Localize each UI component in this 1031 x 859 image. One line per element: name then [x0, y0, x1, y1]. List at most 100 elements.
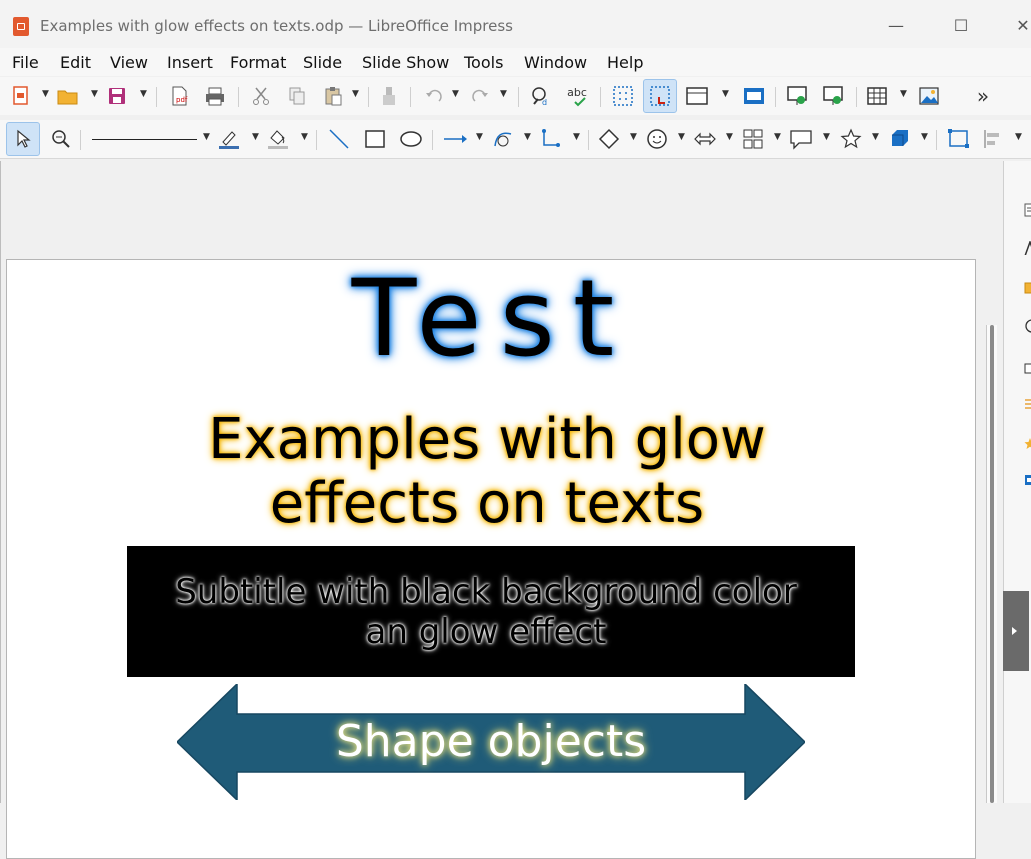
maximize-button[interactable]: ☐ [943, 10, 979, 40]
snap-to-grid-icon[interactable] [643, 79, 677, 113]
menu-insert[interactable]: Insert [167, 53, 213, 72]
drawing-toolbar: ▼ ▼ ▼ ▼ ▼ ▼ ▼ ▼ ▼ ▼ ▼ ▼ ▼ ▼ [0, 120, 1031, 159]
vertical-scrollbar[interactable] [986, 325, 997, 803]
align-objects-icon[interactable] [980, 126, 1006, 152]
spelling-icon[interactable]: abc [564, 83, 590, 109]
slide-canvas[interactable]: Test Examples with glow effects on texts… [6, 259, 976, 859]
arrow-dropdown-icon[interactable]: ▼ [476, 132, 483, 142]
curve-tool-icon[interactable] [490, 126, 516, 152]
svg-text:d: d [542, 98, 547, 107]
3d-objects-dropdown-icon[interactable]: ▼ [921, 132, 928, 142]
undo-icon[interactable] [420, 83, 446, 109]
styles-icon[interactable] [1024, 241, 1031, 255]
copy-icon[interactable] [284, 83, 310, 109]
paste-icon[interactable] [320, 83, 346, 109]
callout-dropdown-icon[interactable]: ▼ [823, 132, 830, 142]
print-icon[interactable] [202, 83, 228, 109]
redo-dropdown-icon[interactable]: ▼ [500, 89, 507, 99]
rectangle-tool-icon[interactable] [362, 126, 388, 152]
gallery-icon[interactable] [1024, 281, 1031, 295]
block-arrows-icon[interactable] [692, 126, 718, 152]
basic-shapes-dropdown-icon[interactable]: ▼ [630, 132, 637, 142]
master-slide-icon[interactable] [741, 83, 767, 109]
navigator-icon[interactable] [1024, 319, 1031, 333]
separator [432, 130, 433, 150]
fill-color-icon[interactable] [265, 126, 291, 152]
slide-layout-icon[interactable] [684, 83, 710, 109]
connector-tool-icon[interactable] [538, 126, 564, 152]
menu-format[interactable]: Format [230, 53, 286, 72]
align-dropdown-icon[interactable]: ▼ [1015, 132, 1022, 142]
symbol-shapes-icon[interactable] [644, 126, 670, 152]
find-replace-icon[interactable]: d [528, 83, 554, 109]
standard-toolbar: ▼ ▼ ▼ pdf ▼ ▼ ▼ d abc ▼ ▼ » [0, 77, 1031, 115]
save-dropdown-icon[interactable]: ▼ [140, 89, 147, 99]
line-color-dropdown-icon[interactable]: ▼ [252, 132, 259, 142]
menu-file[interactable]: File [12, 53, 39, 72]
table-icon[interactable] [864, 83, 890, 109]
redo-icon[interactable] [468, 83, 494, 109]
display-grid-icon[interactable] [610, 83, 636, 109]
master-slides-icon[interactable] [1024, 473, 1031, 487]
line-color-icon[interactable] [216, 126, 242, 152]
3d-objects-icon[interactable] [886, 126, 912, 152]
flowchart-icon[interactable] [740, 126, 766, 152]
menu-tools[interactable]: Tools [464, 53, 503, 72]
subtitle-box[interactable]: Subtitle with black background color an … [127, 546, 855, 677]
new-document-icon[interactable] [8, 83, 34, 109]
line-style-sample[interactable] [92, 139, 197, 140]
arrow-line-icon[interactable] [442, 126, 468, 152]
curve-dropdown-icon[interactable]: ▼ [524, 132, 531, 142]
menu-help[interactable]: Help [607, 53, 643, 72]
start-from-current-icon[interactable] [821, 83, 847, 109]
animation-icon[interactable] [1024, 397, 1031, 411]
line-tool-icon[interactable] [326, 126, 352, 152]
stars-icon[interactable] [838, 126, 864, 152]
undo-dropdown-icon[interactable]: ▼ [452, 89, 459, 99]
line-style-dropdown-icon[interactable]: ▼ [203, 132, 210, 142]
slide-transition-icon[interactable] [1024, 361, 1031, 375]
new-dropdown-icon[interactable]: ▼ [42, 89, 49, 99]
toolbar-overflow-icon[interactable]: » [970, 83, 996, 109]
points-edit-icon[interactable] [946, 126, 972, 152]
menu-window[interactable]: Window [524, 53, 587, 72]
start-from-first-icon[interactable] [785, 83, 811, 109]
menu-edit[interactable]: Edit [60, 53, 91, 72]
impress-app-icon [13, 17, 29, 36]
zoom-pan-icon[interactable] [48, 126, 74, 152]
basic-shapes-icon[interactable] [596, 126, 622, 152]
menu-slide-show[interactable]: Slide Show [362, 53, 449, 72]
ellipse-tool-icon[interactable] [398, 126, 424, 152]
menu-view[interactable]: View [110, 53, 148, 72]
connector-dropdown-icon[interactable]: ▼ [573, 132, 580, 142]
open-folder-icon[interactable] [55, 83, 81, 109]
fill-color-dropdown-icon[interactable]: ▼ [301, 132, 308, 142]
scrollbar-thumb[interactable] [990, 325, 994, 803]
select-pointer-icon[interactable] [6, 122, 40, 156]
subtitle-line-2: an glow effect [365, 612, 607, 652]
clone-formatting-icon[interactable] [376, 83, 402, 109]
save-icon[interactable] [104, 83, 130, 109]
export-pdf-icon[interactable]: pdf [166, 83, 192, 109]
layout-dropdown-icon[interactable]: ▼ [722, 89, 729, 99]
block-arrows-dropdown-icon[interactable]: ▼ [726, 132, 733, 142]
shapes-star-icon[interactable] [1024, 437, 1031, 451]
separator [80, 130, 81, 150]
paste-dropdown-icon[interactable]: ▼ [352, 89, 359, 99]
callout-icon[interactable] [788, 126, 814, 152]
cut-icon[interactable] [248, 83, 274, 109]
sidebar-collapse-handle[interactable] [1003, 591, 1029, 671]
symbol-shapes-dropdown-icon[interactable]: ▼ [678, 132, 685, 142]
open-dropdown-icon[interactable]: ▼ [91, 89, 98, 99]
table-dropdown-icon[interactable]: ▼ [900, 89, 907, 99]
properties-icon[interactable] [1024, 203, 1031, 217]
menu-slide[interactable]: Slide [303, 53, 342, 72]
insert-image-icon[interactable] [916, 83, 942, 109]
flowchart-dropdown-icon[interactable]: ▼ [774, 132, 781, 142]
minimize-button[interactable]: — [878, 10, 914, 40]
stars-dropdown-icon[interactable]: ▼ [872, 132, 879, 142]
separator [238, 87, 239, 107]
slide-title-text[interactable]: Test [7, 266, 975, 372]
close-button[interactable]: ✕ [1005, 10, 1031, 40]
slide-glow-text[interactable]: Examples with glow effects on texts [7, 408, 967, 536]
